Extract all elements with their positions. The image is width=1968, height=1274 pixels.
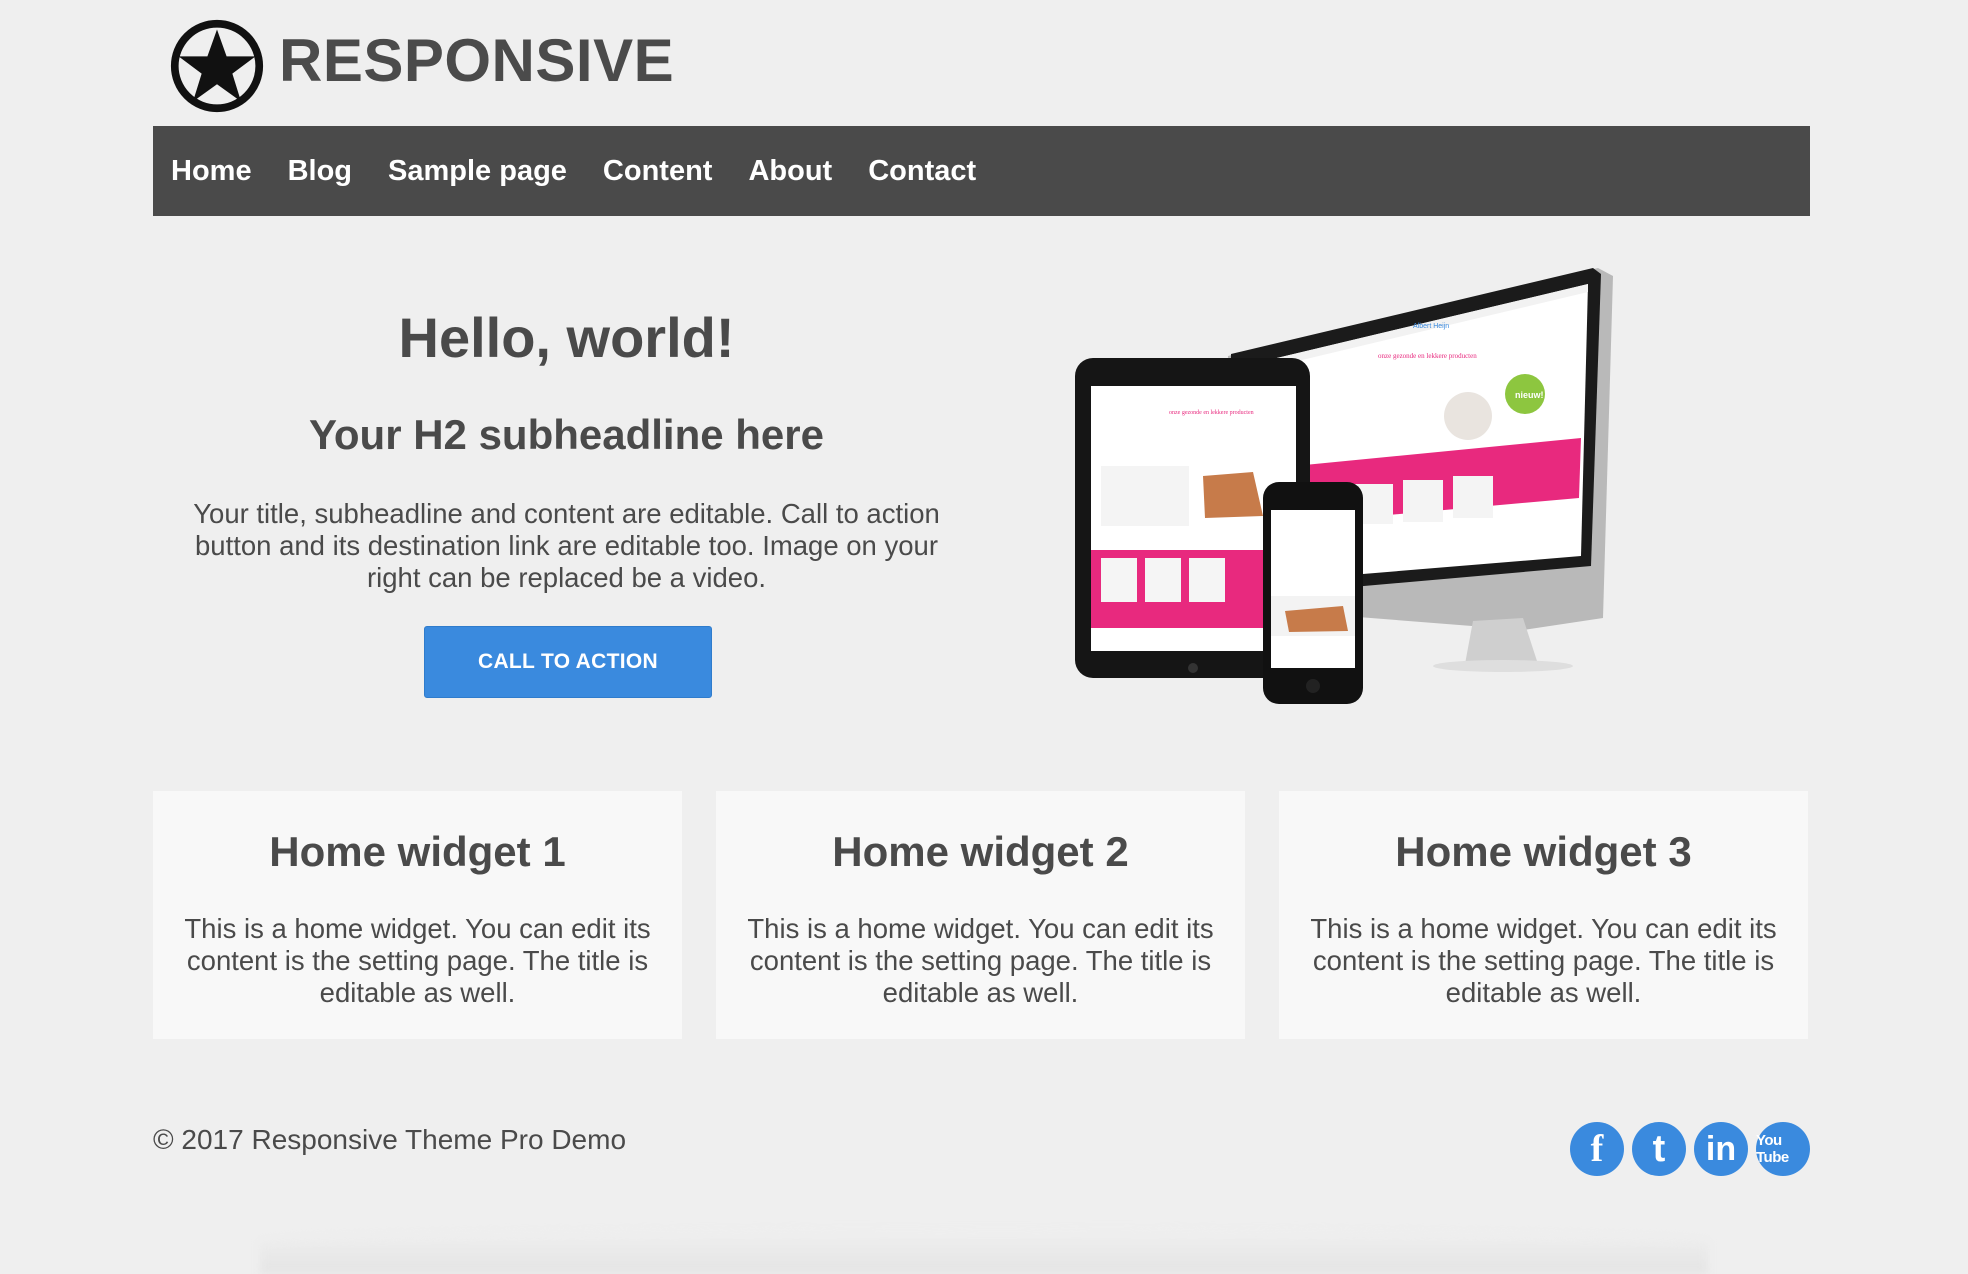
site-title[interactable]: RESPONSIVE xyxy=(279,26,674,96)
phone-image xyxy=(1263,482,1363,704)
linkedin-icon[interactable]: in xyxy=(1694,1122,1748,1176)
social-links: f t in You Tube xyxy=(1570,1122,1810,1176)
bottom-shadow xyxy=(260,1230,1708,1274)
monitor-tagline-text: onze gezonde en lekkere producten xyxy=(1378,352,1477,360)
facebook-icon[interactable]: f xyxy=(1570,1122,1624,1176)
monitor-badge-text: nieuw! xyxy=(1515,390,1544,400)
nav-item-contact[interactable]: Contact xyxy=(868,126,976,216)
home-widget-1: Home widget 1 This is a home widget. You… xyxy=(153,791,682,1039)
site-header: RESPONSIVE xyxy=(153,0,1810,126)
nav-item-about[interactable]: About xyxy=(748,126,832,216)
widget-text: This is a home widget. You can edit its … xyxy=(747,913,1214,1008)
tablet-tagline-text: onze gezonde en lekkere producten xyxy=(1169,410,1254,416)
call-to-action-button[interactable]: CALL TO ACTION xyxy=(424,626,712,698)
widget-text: This is a home widget. You can edit its … xyxy=(184,913,651,1008)
star-in-circle-icon[interactable] xyxy=(169,18,265,114)
monitor-brand-text: Albert Heijn xyxy=(1413,323,1449,330)
twitter-icon[interactable]: t xyxy=(1632,1122,1686,1176)
hero-subtitle: Your H2 subheadline here xyxy=(308,411,824,458)
nav-item-content[interactable]: Content xyxy=(603,126,713,216)
widget-title: Home widget 3 xyxy=(1395,828,1692,875)
widget-title: Home widget 2 xyxy=(832,828,1129,875)
hero-description: Your title, subheadline and content are … xyxy=(193,498,940,593)
main-nav: Home Blog Sample page Content About Cont… xyxy=(153,126,1810,216)
home-widget-3: Home widget 3 This is a home widget. You… xyxy=(1279,791,1808,1039)
nav-item-sample-page[interactable]: Sample page xyxy=(388,126,567,216)
home-widget-2: Home widget 2 This is a home widget. You… xyxy=(716,791,1245,1039)
site-footer: © 2017 Responsive Theme Pro Demo f t in … xyxy=(153,1110,1810,1176)
widget-text: This is a home widget. You can edit its … xyxy=(1310,913,1777,1008)
youtube-icon[interactable]: You Tube xyxy=(1756,1122,1810,1176)
hero-title: Hello, world! xyxy=(398,306,735,369)
home-widgets: Home widget 1 This is a home widget. You… xyxy=(153,791,1810,1039)
copyright-text: © 2017 Responsive Theme Pro Demo xyxy=(153,1124,627,1155)
nav-item-blog[interactable]: Blog xyxy=(288,126,352,216)
hero-section: Hello, world! Your H2 subheadline here Y… xyxy=(153,216,1810,776)
nav-item-home[interactable]: Home xyxy=(171,126,252,216)
widget-title: Home widget 1 xyxy=(269,828,566,875)
